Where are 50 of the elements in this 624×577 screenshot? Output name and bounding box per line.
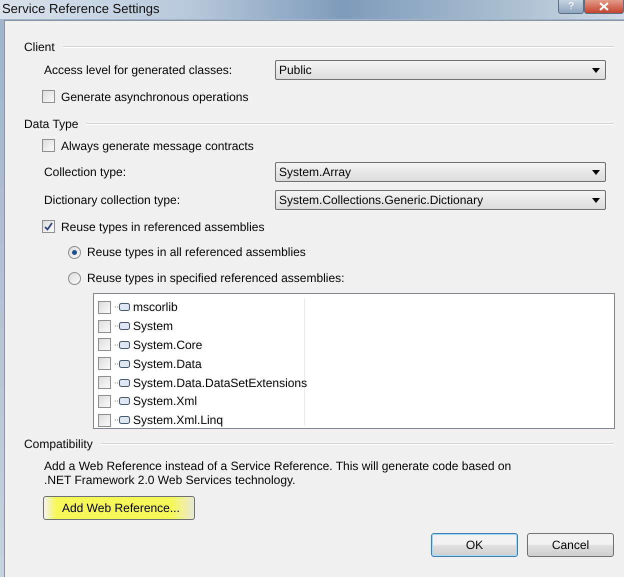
assembly-name: System.Xml.Linq (133, 413, 224, 428)
assembly-icon (115, 415, 131, 426)
checkbox[interactable] (42, 139, 55, 152)
assembly-icon (115, 321, 131, 332)
dropdown-arrow-icon (592, 198, 600, 202)
field-label: Collection type: (44, 165, 128, 179)
assembly-name: System.Data (133, 356, 202, 371)
field-label: Access level for generated classes: (44, 63, 234, 77)
checkbox[interactable] (98, 414, 111, 427)
assembly-icon (115, 358, 131, 369)
radio-label: Reuse types in all referenced assemblies (87, 245, 306, 259)
dropdown[interactable]: Public (275, 60, 606, 80)
radio-button[interactable] (68, 246, 81, 258)
assembly-icon (115, 396, 131, 406)
dropdown[interactable]: System.Array (275, 162, 606, 182)
cancel-button[interactable]: Cancel (527, 533, 614, 557)
assembly-name: System.Xml (133, 394, 198, 408)
assembly-name: System (133, 319, 174, 334)
dropdown-arrow-icon (592, 68, 600, 72)
assembly-name: System.Core (133, 338, 202, 352)
dropdown[interactable]: System.Collections.Generic.Dictionary (275, 190, 606, 210)
section-title: Data Type (24, 117, 78, 131)
window-title: Service Reference Settings (1, 0, 160, 16)
assembly-name: System.Data.DataSetExtensions (133, 376, 308, 390)
checkbox-label: Generate asynchronous operations (61, 90, 248, 104)
section-title: Compatibility (24, 437, 93, 451)
field-label: Dictionary collection type: (44, 193, 182, 207)
close-icon (599, 2, 609, 11)
assembly-icon (115, 302, 131, 312)
add-web-reference-button[interactable]: Add Web Reference... (43, 496, 195, 520)
checkbox[interactable] (98, 338, 111, 352)
assembly-icon (115, 378, 131, 388)
checkbox[interactable] (98, 394, 111, 408)
description-text: Add a Web Reference instead of a Service Reference. This will generate code based on .NET Framework 2.0 Web Services technology. (44, 459, 512, 487)
checkbox[interactable] (42, 220, 55, 233)
checkbox[interactable] (42, 90, 55, 103)
assembly-icon (115, 340, 131, 350)
ok-button[interactable]: OK (431, 533, 518, 557)
radio-button[interactable] (68, 272, 81, 284)
section-title: Client (24, 40, 55, 54)
checkbox[interactable] (98, 320, 111, 333)
checkbox-label: Reuse types in referenced assemblies (61, 220, 264, 234)
checkbox[interactable] (98, 300, 111, 314)
checkbox[interactable] (98, 376, 111, 390)
checkbox-label: Always generate message contracts (61, 138, 254, 152)
close-button[interactable] (584, 0, 624, 14)
dropdown-arrow-icon (592, 170, 600, 174)
radio-label: Reuse types in specified referenced assemblies: (87, 271, 344, 285)
assembly-name: mscorlib (133, 300, 178, 314)
checkbox[interactable] (98, 357, 111, 370)
